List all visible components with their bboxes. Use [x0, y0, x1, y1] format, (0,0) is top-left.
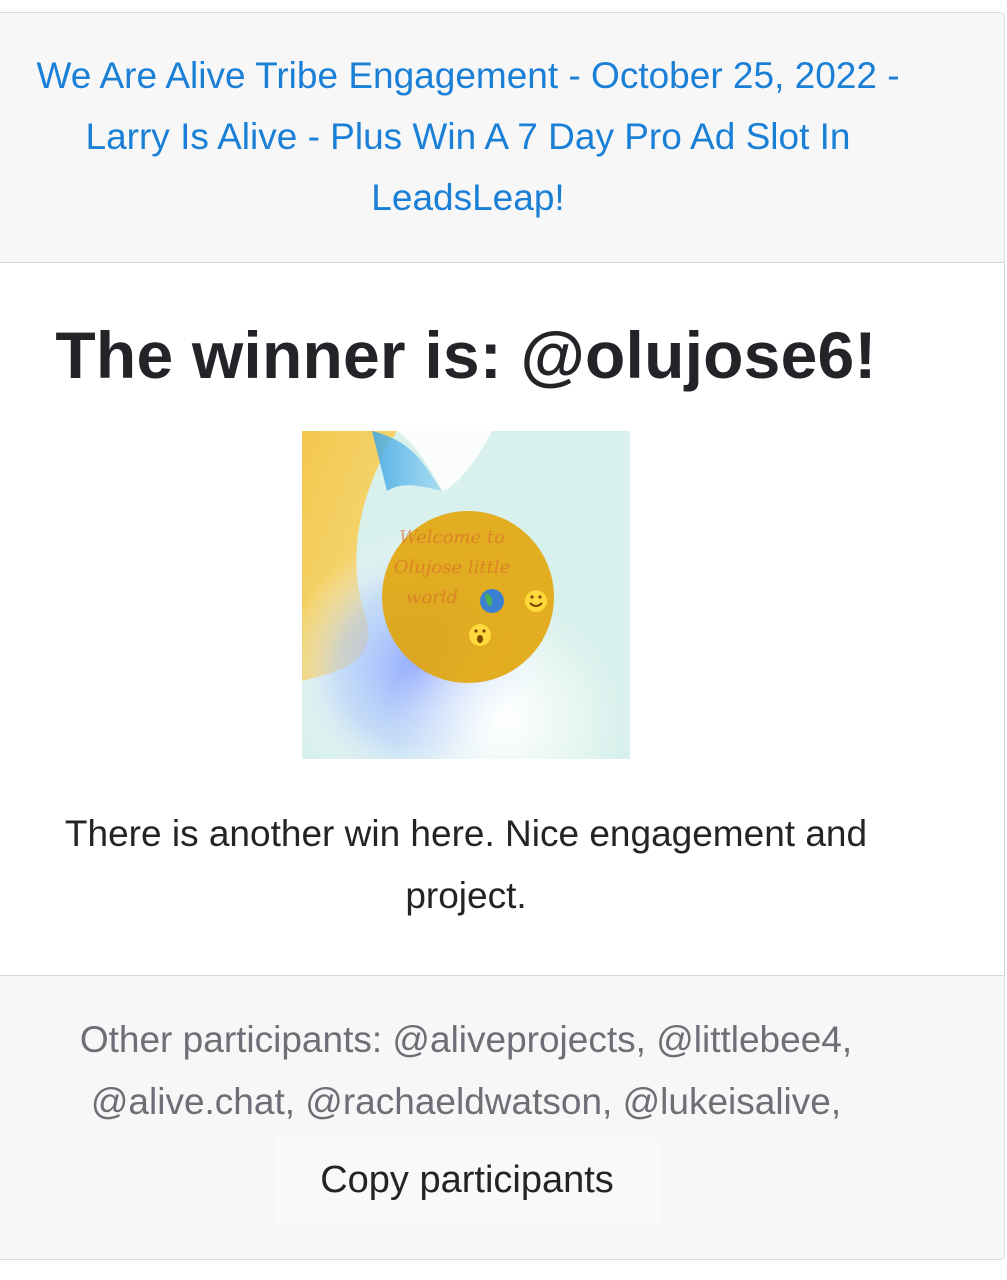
svg-text:world: world: [406, 587, 458, 608]
winner-message: There is another win here. Nice engageme…: [64, 813, 868, 916]
post-title-link[interactable]: We Are Alive Tribe Engagement - October …: [0, 45, 938, 228]
svg-text:Welcome to: Welcome to: [399, 527, 505, 548]
winner-avatar: Welcome to Olujose little world: [302, 431, 630, 759]
card-header: We Are Alive Tribe Engagement - October …: [0, 13, 1004, 263]
svg-text:Olujose little: Olujose little: [394, 557, 511, 578]
winner-card: We Are Alive Tribe Engagement - October …: [0, 12, 1005, 1260]
avatar-image: Welcome to Olujose little world: [302, 431, 630, 759]
winner-heading: The winner is: @olujose6!: [55, 318, 877, 392]
participants-list: Other participants: @aliveprojects, @lit…: [79, 1019, 853, 1122]
card-footer: Other participants: @aliveprojects, @lit…: [0, 975, 1004, 1259]
card-body: The winner is: @olujose6! Welcome to Olu…: [0, 263, 1004, 975]
copy-participants-button[interactable]: Copy participants: [275, 1134, 659, 1226]
